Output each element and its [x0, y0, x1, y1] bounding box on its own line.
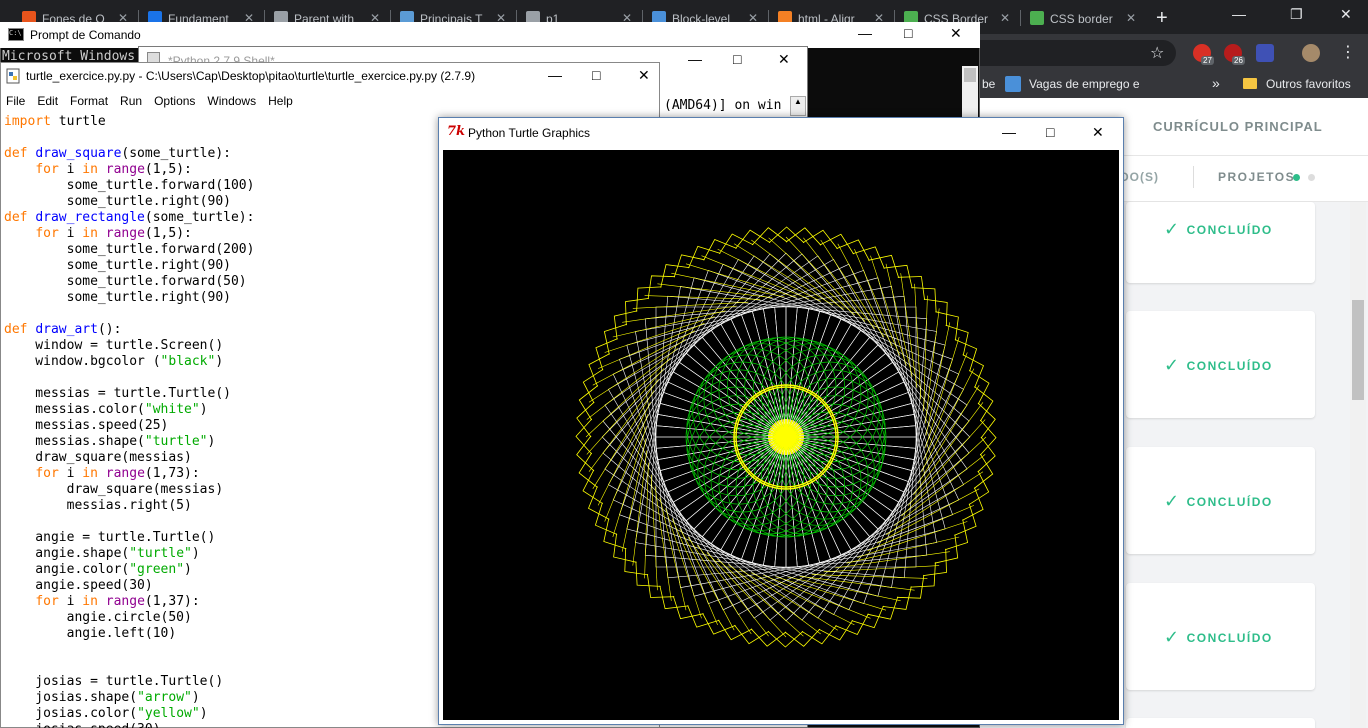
tab-close-icon[interactable]: ✕ — [1000, 11, 1010, 25]
turtle-canvas — [443, 150, 1119, 720]
project-card[interactable] — [1126, 718, 1315, 728]
bookmarks-more-icon[interactable]: » — [1212, 75, 1220, 91]
page-scrollbar[interactable] — [1350, 202, 1366, 728]
tab-separator — [1020, 10, 1021, 26]
cmd-icon: C:\ — [8, 28, 24, 41]
code-editor[interactable]: import turtle def draw_square(some_turtl… — [4, 114, 254, 728]
cmd-title-bar[interactable] — [0, 22, 980, 48]
turtle-window-title: Python Turtle Graphics — [468, 126, 591, 140]
status-completed: ✓ CONCLUÍDO — [1164, 355, 1273, 375]
project-card[interactable] — [1126, 202, 1315, 283]
python-file-icon — [6, 68, 20, 84]
cmd-title: Prompt de Comando — [30, 28, 141, 42]
editor-minimize-button[interactable]: — — [548, 67, 562, 83]
tab-favicon-icon — [1030, 11, 1044, 25]
status-completed: ✓ CONCLUÍDO — [1164, 627, 1273, 647]
folder-icon — [1243, 78, 1257, 89]
browser-maximize-button[interactable]: ❐ — [1290, 6, 1303, 23]
status-completed: ✓ CONCLUÍDO — [1164, 219, 1273, 239]
status-completed: ✓ CONCLUÍDO — [1164, 491, 1273, 511]
bookmark-partial[interactable]: be — [982, 77, 995, 91]
editor-title: turtle_exercice.py.py - C:\Users\Cap\Des… — [26, 69, 476, 83]
cmd-scrollbar-thumb[interactable] — [964, 68, 976, 82]
avatar[interactable] — [1302, 44, 1320, 62]
turtle-minimize-button[interactable]: — — [1002, 124, 1016, 140]
desktop: Fones de O ✕ Fundament ✕ Parent with ✕ Princip… — [0, 0, 1368, 728]
address-bar[interactable] — [980, 40, 1176, 66]
cmd-maximize-button[interactable]: □ — [904, 25, 912, 41]
active-dot-icon — [1293, 174, 1300, 181]
tab-close-icon[interactable]: ✕ — [1126, 11, 1136, 25]
check-icon: ✓ — [1164, 219, 1181, 239]
star-icon[interactable]: ☆ — [1150, 43, 1164, 63]
browser-close-button[interactable]: ✕ — [1340, 6, 1352, 23]
cmd-minimize-button[interactable]: — — [858, 25, 872, 41]
menu-windows[interactable]: Windows — [207, 90, 256, 112]
tab-completed[interactable]: DO(S) — [1120, 170, 1159, 184]
extension-badge: 26 — [1232, 56, 1245, 65]
menu-file[interactable]: File — [6, 90, 25, 112]
inactive-dot-icon — [1308, 174, 1315, 181]
menu-run[interactable]: Run — [120, 90, 142, 112]
tab-divider — [1193, 166, 1194, 188]
shell-minimize-button[interactable]: — — [688, 51, 702, 67]
turtle-maximize-button[interactable]: □ — [1046, 124, 1054, 140]
check-icon: ✓ — [1164, 491, 1181, 511]
browser-minimize-button[interactable]: — — [1232, 6, 1246, 22]
menu-edit[interactable]: Edit — [37, 90, 58, 112]
bookmark-outros-favoritos[interactable]: Outros favoritos — [1266, 77, 1351, 91]
menu-format[interactable]: Format — [70, 90, 108, 112]
new-tab-button[interactable]: + — [1156, 7, 1168, 30]
browser-tab[interactable]: CSS border ✕ — [1022, 3, 1144, 34]
menu-options[interactable]: Options — [154, 90, 195, 112]
extension-badge: 27 — [1201, 56, 1214, 65]
menu-icon[interactable]: ⋮ — [1340, 42, 1356, 62]
tab-label: CSS border — [1050, 11, 1113, 26]
turtle-close-button[interactable]: ✕ — [1092, 124, 1104, 141]
shell-close-button[interactable]: ✕ — [778, 51, 790, 68]
bookmark-icon — [1005, 76, 1021, 92]
shell-scroll-up-button[interactable]: ▲ — [790, 96, 806, 116]
menu-help[interactable]: Help — [268, 90, 293, 112]
check-icon: ✓ — [1164, 355, 1181, 375]
shell-maximize-button[interactable]: □ — [733, 51, 741, 67]
curriculum-title[interactable]: CURRÍCULO PRINCIPAL — [1153, 119, 1323, 134]
editor-close-button[interactable]: ✕ — [638, 67, 650, 84]
bookmark-vagas[interactable]: Vagas de emprego e — [1029, 77, 1140, 91]
check-icon: ✓ — [1164, 627, 1181, 647]
extension-icon[interactable] — [1256, 44, 1274, 62]
page-scrollbar-thumb[interactable] — [1352, 300, 1364, 400]
cmd-close-button[interactable]: ✕ — [950, 25, 962, 42]
tk-icon: 7k — [447, 124, 466, 139]
tab-projects[interactable]: PROJETOS — [1218, 170, 1295, 184]
editor-maximize-button[interactable]: □ — [592, 67, 600, 83]
shell-output: (AMD64)] on win — [664, 98, 782, 113]
editor-menu-bar: File Edit Format Run Options Windows Hel… — [0, 90, 660, 112]
